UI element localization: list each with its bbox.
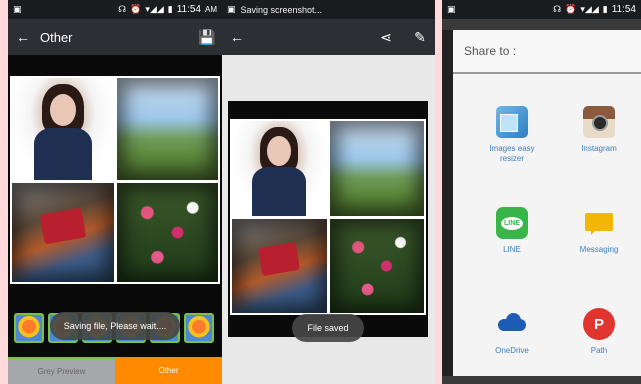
status-notification: Saving screenshot... bbox=[240, 4, 323, 15]
headset-icon: ☊ bbox=[118, 4, 127, 14]
screenshot-preview-screen: ▣ Saving screenshot... ← ⋖ ✎ File saved bbox=[222, 0, 435, 384]
edit-pencil-icon[interactable]: ✎ bbox=[411, 29, 429, 46]
share-app-line[interactable]: LINE LINE bbox=[467, 207, 557, 255]
preview-photo-portrait bbox=[232, 121, 327, 216]
share-app-path[interactable]: P Path bbox=[554, 308, 641, 356]
back-arrow-icon[interactable]: ← bbox=[228, 29, 246, 45]
app-label: resizer bbox=[499, 154, 524, 163]
battery-icon: ▮ bbox=[167, 4, 173, 14]
background-dim bbox=[442, 30, 453, 376]
share-dialog-title: Share to : bbox=[453, 30, 641, 74]
share-app-images-easy-resizer[interactable]: Images easy resizer bbox=[467, 106, 557, 164]
preview-photo-bench bbox=[232, 219, 327, 313]
share-icon[interactable]: ⋖ bbox=[377, 29, 395, 46]
app-label: Messaging bbox=[579, 245, 619, 254]
preview-frame bbox=[228, 101, 428, 337]
share-app-onedrive[interactable]: OneDrive bbox=[467, 308, 557, 356]
share-dialog: Share to : Images easy resizer Instagram… bbox=[453, 30, 641, 376]
other-button[interactable]: Other bbox=[115, 357, 222, 384]
collage-photo-portrait[interactable] bbox=[12, 78, 114, 180]
alarm-icon: ⏰ bbox=[130, 4, 142, 14]
instagram-icon bbox=[583, 106, 615, 138]
page-title: Other bbox=[40, 29, 73, 45]
app-label: OneDrive bbox=[495, 346, 529, 355]
gallery-notification-icon: ▣ bbox=[447, 4, 456, 14]
onedrive-icon bbox=[496, 308, 528, 340]
battery-icon: ▮ bbox=[602, 4, 608, 14]
messaging-icon bbox=[583, 207, 615, 239]
back-arrow-icon[interactable]: ← bbox=[14, 29, 32, 45]
saving-toast: Saving file, Please wait.... bbox=[50, 312, 180, 340]
screenshot-notification-icon: ▣ bbox=[227, 4, 236, 14]
app-label: Path bbox=[590, 346, 608, 355]
photo-collage bbox=[10, 76, 220, 284]
app-label: Instagram bbox=[581, 144, 617, 153]
status-bar: ▣ ☊ ⏰ ▾◢◢ ▮ 11:54 AM bbox=[8, 0, 222, 19]
signal-icon: ▾◢◢ bbox=[145, 4, 164, 14]
status-bar: ▣ Saving screenshot... bbox=[222, 0, 435, 19]
status-bar: ▣ ☊ ⏰ ▾◢◢ ▮ 11:54 bbox=[442, 0, 641, 19]
alarm-icon: ⏰ bbox=[565, 4, 577, 14]
path-icon: P bbox=[583, 308, 615, 340]
gallery-notification-icon: ▣ bbox=[13, 4, 22, 14]
save-icon[interactable]: 💾 bbox=[198, 29, 216, 46]
app-label: LINE bbox=[503, 245, 521, 254]
photo-collage-preview bbox=[230, 119, 426, 315]
action-bar: ← Other 💾 bbox=[8, 19, 222, 55]
status-time: 11:54 bbox=[611, 4, 636, 15]
action-bar: ← ⋖ ✎ bbox=[222, 19, 435, 55]
share-app-messaging[interactable]: Messaging bbox=[554, 207, 641, 255]
status-ampm: AM bbox=[205, 5, 217, 14]
share-screen: ▣ ☊ ⏰ ▾◢◢ ▮ 11:54 Share to : Images easy… bbox=[442, 0, 641, 384]
collage-photo-flowers[interactable] bbox=[117, 183, 218, 282]
collage-photo-lake[interactable] bbox=[117, 78, 218, 180]
balloon-thumbnail[interactable] bbox=[14, 313, 44, 343]
collage-photo-bench[interactable] bbox=[12, 183, 114, 282]
editor-screen: ▣ ☊ ⏰ ▾◢◢ ▮ 11:54 AM ← Other 💾 Saving fi… bbox=[8, 0, 222, 384]
preview-photo-lake bbox=[330, 121, 424, 216]
signal-icon: ▾◢◢ bbox=[580, 4, 599, 14]
grey-preview-button[interactable]: Grey Preview bbox=[8, 357, 115, 384]
bottom-buttons: Grey Preview Other bbox=[8, 357, 222, 384]
share-app-instagram[interactable]: Instagram bbox=[554, 106, 641, 154]
headset-icon: ☊ bbox=[553, 4, 562, 14]
status-time: 11:54 bbox=[176, 4, 201, 15]
app-label: Images easy bbox=[489, 144, 535, 153]
line-icon: LINE bbox=[496, 207, 528, 239]
balloon-thumbnail[interactable] bbox=[184, 313, 214, 343]
file-saved-toast: File saved bbox=[292, 314, 364, 342]
images-easy-resizer-icon bbox=[496, 106, 528, 138]
preview-photo-flowers bbox=[330, 219, 424, 313]
